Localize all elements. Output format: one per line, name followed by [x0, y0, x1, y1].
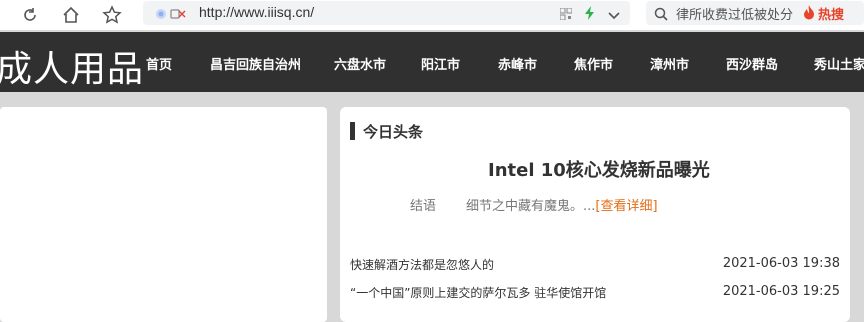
section-title: 今日头条	[350, 121, 423, 141]
summary-text: 细节之中藏有魔鬼。...	[466, 199, 596, 214]
qr-code-icon[interactable]	[559, 5, 573, 24]
search-placeholder[interactable]: 律所收费过低被处分	[676, 4, 793, 23]
lightning-icon[interactable]	[584, 5, 596, 24]
headline-author: 结语	[410, 199, 437, 214]
news-title[interactable]: “一个中国”原则上建交的萨尔瓦多 驻华使馆开馆	[350, 284, 606, 301]
security-status-icon[interactable]	[155, 6, 189, 25]
nav-item-zhangzhou[interactable]: 漳州市	[650, 54, 689, 73]
nav-item-yangjiang[interactable]: 阳江市	[421, 54, 460, 73]
hot-search-label[interactable]: 热搜	[818, 4, 844, 23]
view-details-link[interactable]: [查看详细]	[595, 199, 657, 214]
url-text[interactable]: http://www.iiisq.cn/	[199, 4, 314, 20]
nav-item-chifeng[interactable]: 赤峰市	[498, 54, 537, 73]
headlines-panel: 今日头条 Intel 10核心发烧新品曝光 结语 细节之中藏有魔鬼。...[查看…	[340, 107, 850, 322]
nav-item-jiaozuo[interactable]: 焦作市	[574, 54, 613, 73]
fire-icon	[803, 5, 815, 24]
headline-link[interactable]: Intel 10核心发烧新品曝光	[488, 156, 710, 182]
headline-summary: 细节之中藏有魔鬼。...[查看详细]	[466, 195, 658, 214]
news-list-item[interactable]: 快速解酒方法都是忽悠人的 2021-06-03 19:38	[350, 256, 840, 276]
site-nav: 成人用品 首页 昌吉回族自治州 六盘水市 阳江市 赤峰市 焦作市 漳州市 西沙群…	[0, 32, 864, 92]
browser-toolbar: http://www.iiisq.cn/ 律所收费过低被处分 热搜	[0, 0, 864, 30]
browser-search-box[interactable]: 律所收费过低被处分 热搜	[646, 1, 864, 25]
section-title-bar	[350, 122, 355, 140]
news-title[interactable]: 快速解酒方法都是忽悠人的	[350, 256, 494, 273]
nav-item-xiushan[interactable]: 秀山土家	[814, 54, 864, 73]
reload-icon[interactable]	[17, 2, 43, 28]
nav-item-xisha[interactable]: 西沙群岛	[726, 54, 778, 73]
news-list-item[interactable]: “一个中国”原则上建交的萨尔瓦多 驻华使馆开馆 2021-06-03 19:25	[350, 284, 840, 304]
star-icon[interactable]	[99, 2, 125, 28]
search-icon	[654, 6, 668, 25]
nav-item-changji[interactable]: 昌吉回族自治州	[210, 54, 301, 73]
address-bar[interactable]: http://www.iiisq.cn/	[143, 1, 630, 25]
nav-item-liupanshui[interactable]: 六盘水市	[334, 54, 386, 73]
news-date: 2021-06-03 19:25	[722, 284, 840, 299]
section-title-text: 今日头条	[363, 122, 424, 141]
chevron-down-icon[interactable]	[608, 5, 620, 24]
news-date: 2021-06-03 19:38	[722, 256, 840, 271]
left-panel	[0, 107, 327, 322]
site-logo[interactable]: 成人用品	[0, 40, 144, 92]
home-icon[interactable]	[58, 2, 84, 28]
nav-item-home[interactable]: 首页	[146, 54, 172, 73]
